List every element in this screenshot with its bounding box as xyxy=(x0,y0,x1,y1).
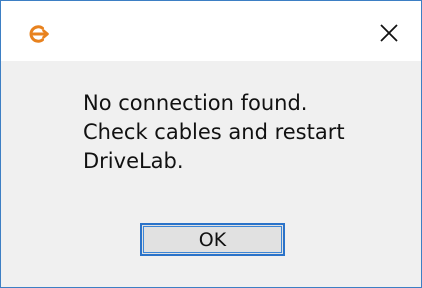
message-line: No connection found. xyxy=(83,91,308,115)
ok-button-label: OK xyxy=(198,228,227,251)
message-line: DriveLab. xyxy=(83,149,184,173)
close-icon xyxy=(380,24,398,42)
title-bar xyxy=(1,1,421,61)
message-dialog: No connection found. Check cables and re… xyxy=(0,0,422,288)
message-line: Check cables and restart xyxy=(83,120,345,144)
drivelab-logo-icon xyxy=(27,23,51,45)
dialog-message: No connection found. Check cables and re… xyxy=(83,89,403,176)
ok-button[interactable]: OK xyxy=(140,223,285,256)
close-button[interactable] xyxy=(375,19,403,47)
